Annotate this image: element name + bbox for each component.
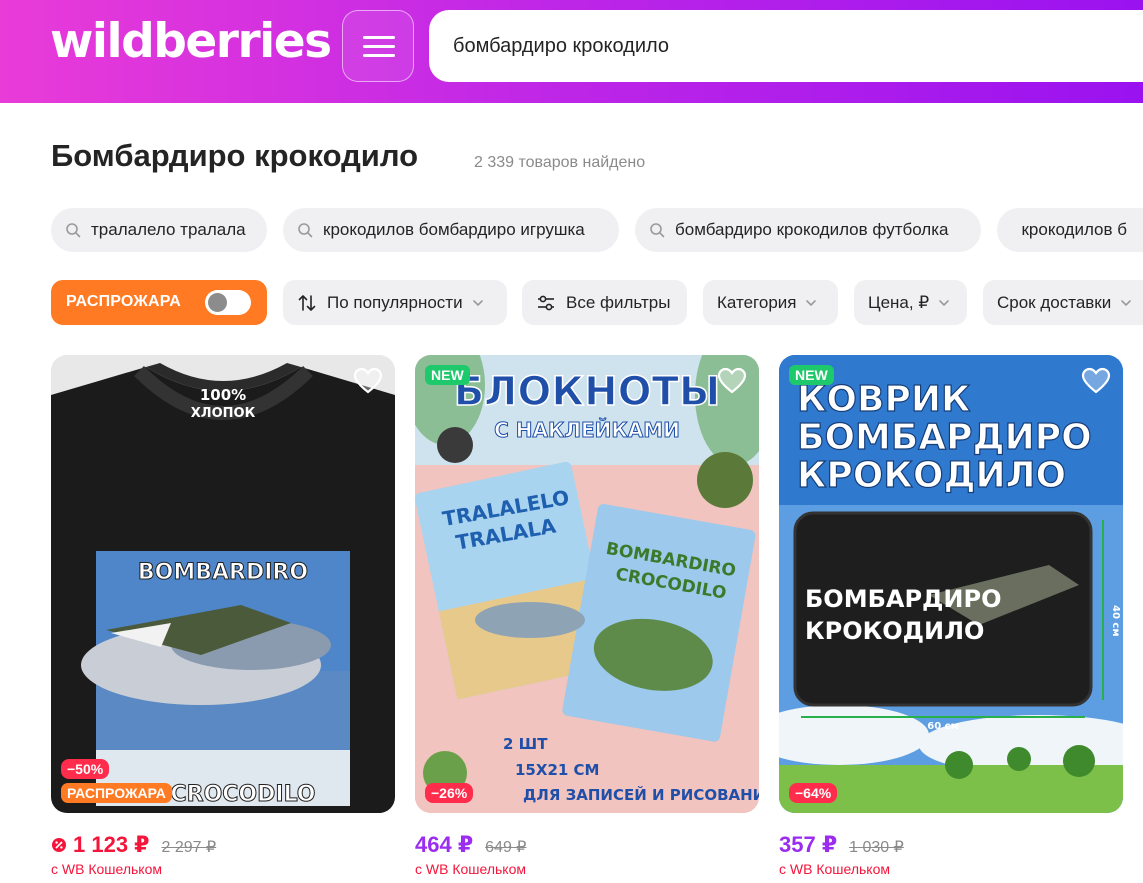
image-text: CROCODILO <box>170 782 315 807</box>
chevron-down-icon <box>939 299 949 306</box>
chevron-down-icon <box>1121 299 1132 306</box>
sort-icon <box>298 294 316 311</box>
price-row: 1 123 ₽ 2 297 ₽ <box>51 832 216 858</box>
price-dropdown[interactable]: Цена, ₽ <box>854 280 967 325</box>
image-text: БОМБАРДИРО <box>797 417 1092 458</box>
suggestion-chip[interactable]: крокодилов б <box>997 208 1143 252</box>
image-text: КОВРИК <box>797 379 970 420</box>
suggestion-label: крокодилов б <box>1021 220 1127 239</box>
search-icon <box>66 223 81 238</box>
sale-badge: РАСПРОЖАРА <box>61 783 172 803</box>
product-image[interactable]: 100% ХЛОПОК BOMBARDIRO CROCODILO <box>51 355 395 813</box>
suggestion-label: бомбардиро крокодилов футболка <box>675 220 949 239</box>
chevron-down-icon <box>806 299 817 306</box>
category-label: Категория <box>717 292 797 312</box>
all-filters-button[interactable]: Все фильтры <box>522 280 687 325</box>
image-text: ДЛЯ ЗАПИСЕЙ И РИСОВАНИЯ <box>523 785 759 804</box>
delivery-label: Срок доставки <box>997 292 1112 312</box>
suggestion-chip[interactable]: тралалело тралала <box>51 208 267 252</box>
price: 357 ₽ <box>779 832 838 857</box>
image-text: КРОКОДИЛО <box>805 617 984 645</box>
wallet-note: с WB Кошельком <box>779 861 890 877</box>
discount-badge: −26% <box>425 783 474 803</box>
product-card[interactable]: 100% ХЛОПОК BOMBARDIRO CROCODILO −50% РА… <box>51 355 395 813</box>
suggestion-chip[interactable]: крокодилов бомбардиро игрушка <box>283 208 619 252</box>
discount-badge: −64% <box>789 783 838 803</box>
product-card[interactable]: КОВРИК БОМБАРДИРО КРОКОДИЛО БОМБАРДИРО К… <box>779 355 1123 813</box>
image-text: 60 см <box>927 721 959 732</box>
image-text: ХЛОПОК <box>191 406 256 421</box>
results-count: 2 339 товаров найдено <box>474 154 646 171</box>
menu-icon <box>363 36 395 39</box>
image-text: БЛОКНОТЫ <box>454 369 721 415</box>
sale-flame-icon <box>52 838 66 852</box>
product-image[interactable]: КОВРИК БОМБАРДИРО КРОКОДИЛО БОМБАРДИРО К… <box>779 355 1123 813</box>
price-row: 464 ₽ 649 ₽ <box>415 832 526 858</box>
delivery-dropdown[interactable]: Срок доставки <box>983 280 1143 325</box>
heart-icon[interactable] <box>1081 367 1111 395</box>
new-badge: NEW <box>425 365 470 385</box>
price-label: Цена, ₽ <box>868 292 930 312</box>
heart-icon[interactable] <box>353 367 383 395</box>
sale-toggle-pill[interactable]: РАСПРОЖАРА <box>51 280 267 325</box>
old-price: 1 030 ₽ <box>849 839 904 856</box>
heart-icon[interactable] <box>717 367 747 395</box>
all-filters-label: Все фильтры <box>566 292 671 312</box>
wallet-note: с WB Кошельком <box>51 861 162 877</box>
search-icon <box>650 223 665 238</box>
discount-badge: −50% <box>61 759 110 779</box>
suggestion-chip[interactable]: бомбардиро крокодилов футболка <box>635 208 981 252</box>
image-text: С НАКЛЕЙКАМИ <box>494 418 680 442</box>
new-badge: NEW <box>789 365 834 385</box>
chevron-down-icon <box>472 299 483 306</box>
search-box[interactable] <box>429 10 1143 82</box>
image-text: 40 см <box>1110 605 1121 637</box>
old-price: 649 ₽ <box>485 839 527 856</box>
image-text: 2 ШТ <box>503 735 548 753</box>
image-text: КРОКОДИЛО <box>797 455 1066 496</box>
sale-toggle[interactable] <box>205 290 251 315</box>
menu-button[interactable] <box>342 10 414 82</box>
old-price: 2 297 ₽ <box>161 839 217 856</box>
product-card[interactable]: БЛОКНОТЫ С НАКЛЕЙКАМИ TRALALELO TRALALA … <box>415 355 759 813</box>
price-row: 357 ₽ 1 030 ₽ <box>779 832 904 858</box>
image-text: BOMBARDIRO <box>138 560 308 585</box>
search-input[interactable] <box>453 32 1133 60</box>
wildberries-logo[interactable]: wildberries <box>50 14 332 69</box>
page-title: Бомбардиро крокодило <box>51 138 419 173</box>
suggestion-label: крокодилов бомбардиро игрушка <box>323 220 585 239</box>
suggestion-label: тралалело тралала <box>91 220 246 239</box>
product-image[interactable]: БЛОКНОТЫ С НАКЛЕЙКАМИ TRALALELO TRALALA … <box>415 355 759 813</box>
sort-dropdown[interactable]: По популярности <box>283 280 507 325</box>
image-text: 100% <box>200 386 246 404</box>
sale-label: РАСПРОЖАРА <box>66 293 182 310</box>
image-text: БОМБАРДИРО <box>805 585 1002 613</box>
filter-sliders-icon <box>538 295 554 310</box>
sort-label: По популярности <box>327 292 463 312</box>
category-dropdown[interactable]: Категория <box>703 280 838 325</box>
price: 1 123 ₽ <box>73 832 150 857</box>
wallet-note: с WB Кошельком <box>415 861 526 877</box>
price: 464 ₽ <box>415 832 474 857</box>
search-icon <box>298 223 313 238</box>
header-bar: wildberries <box>0 0 1143 103</box>
image-text: 15Х21 СМ <box>515 761 599 779</box>
